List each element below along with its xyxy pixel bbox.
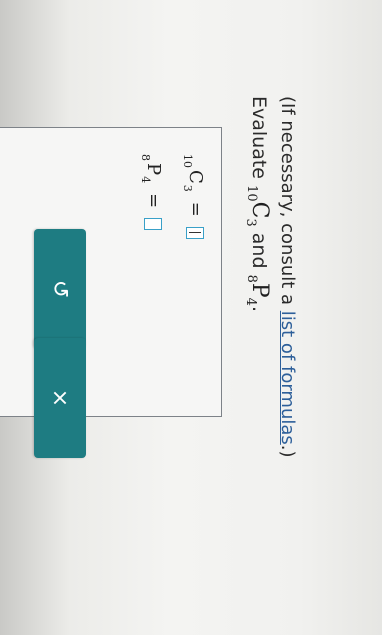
screen: Evaluate 10C3 and 8P4. (If necessary, co…	[0, 0, 382, 635]
answer-combination-symbol: C	[185, 170, 206, 184]
answer-combination-n: 10	[181, 154, 194, 168]
combination-answer-input[interactable]	[186, 226, 205, 239]
permutation-expression: 8P4	[243, 274, 272, 306]
combination-r: 3	[243, 218, 258, 227]
combination-symbol: C	[247, 201, 272, 219]
formula-hint: (If necessary, consult a list of formula…	[277, 96, 298, 458]
undo-button-wrap: ↺	[34, 229, 86, 349]
permutation-symbol: P	[247, 282, 272, 298]
undo-button[interactable]: ↺	[34, 229, 86, 349]
permutation-answer-input[interactable]	[144, 218, 163, 231]
permutation-equals: =	[143, 193, 164, 209]
question-prompt: Evaluate 10C3 and 8P4.	[243, 96, 272, 312]
answer-permutation-r: 4	[139, 176, 152, 184]
close-icon: ×	[47, 388, 73, 408]
combination-expression: 10C3	[243, 185, 272, 227]
clear-button[interactable]: ×	[34, 338, 86, 458]
combination-equals: =	[185, 201, 206, 217]
answer-combination-r: 3	[181, 184, 194, 192]
answer-permutation-n: 8	[139, 154, 152, 161]
permutation-n: 8	[244, 274, 259, 283]
combination-n: 10	[244, 185, 259, 202]
combination-answer-row: 10 C 3 =	[181, 154, 206, 239]
permutation-r: 4	[243, 297, 258, 306]
hint-before: (If necessary, consult a	[277, 96, 298, 311]
question-period: .	[248, 305, 270, 312]
question-panel: Evaluate 10C3 and 8P4. (If necessary, co…	[0, 0, 382, 635]
undo-icon: ↺	[47, 279, 73, 299]
permutation-answer-row: 8 P 4 =	[139, 154, 164, 231]
answer-permutation-symbol: P	[143, 163, 164, 176]
formulas-link[interactable]: list of formulas	[277, 311, 298, 445]
question-conjunction: and	[248, 232, 270, 269]
clear-button-wrap: ×	[34, 338, 86, 458]
hint-after: .)	[277, 444, 298, 458]
question-lead: Evaluate	[248, 96, 270, 179]
